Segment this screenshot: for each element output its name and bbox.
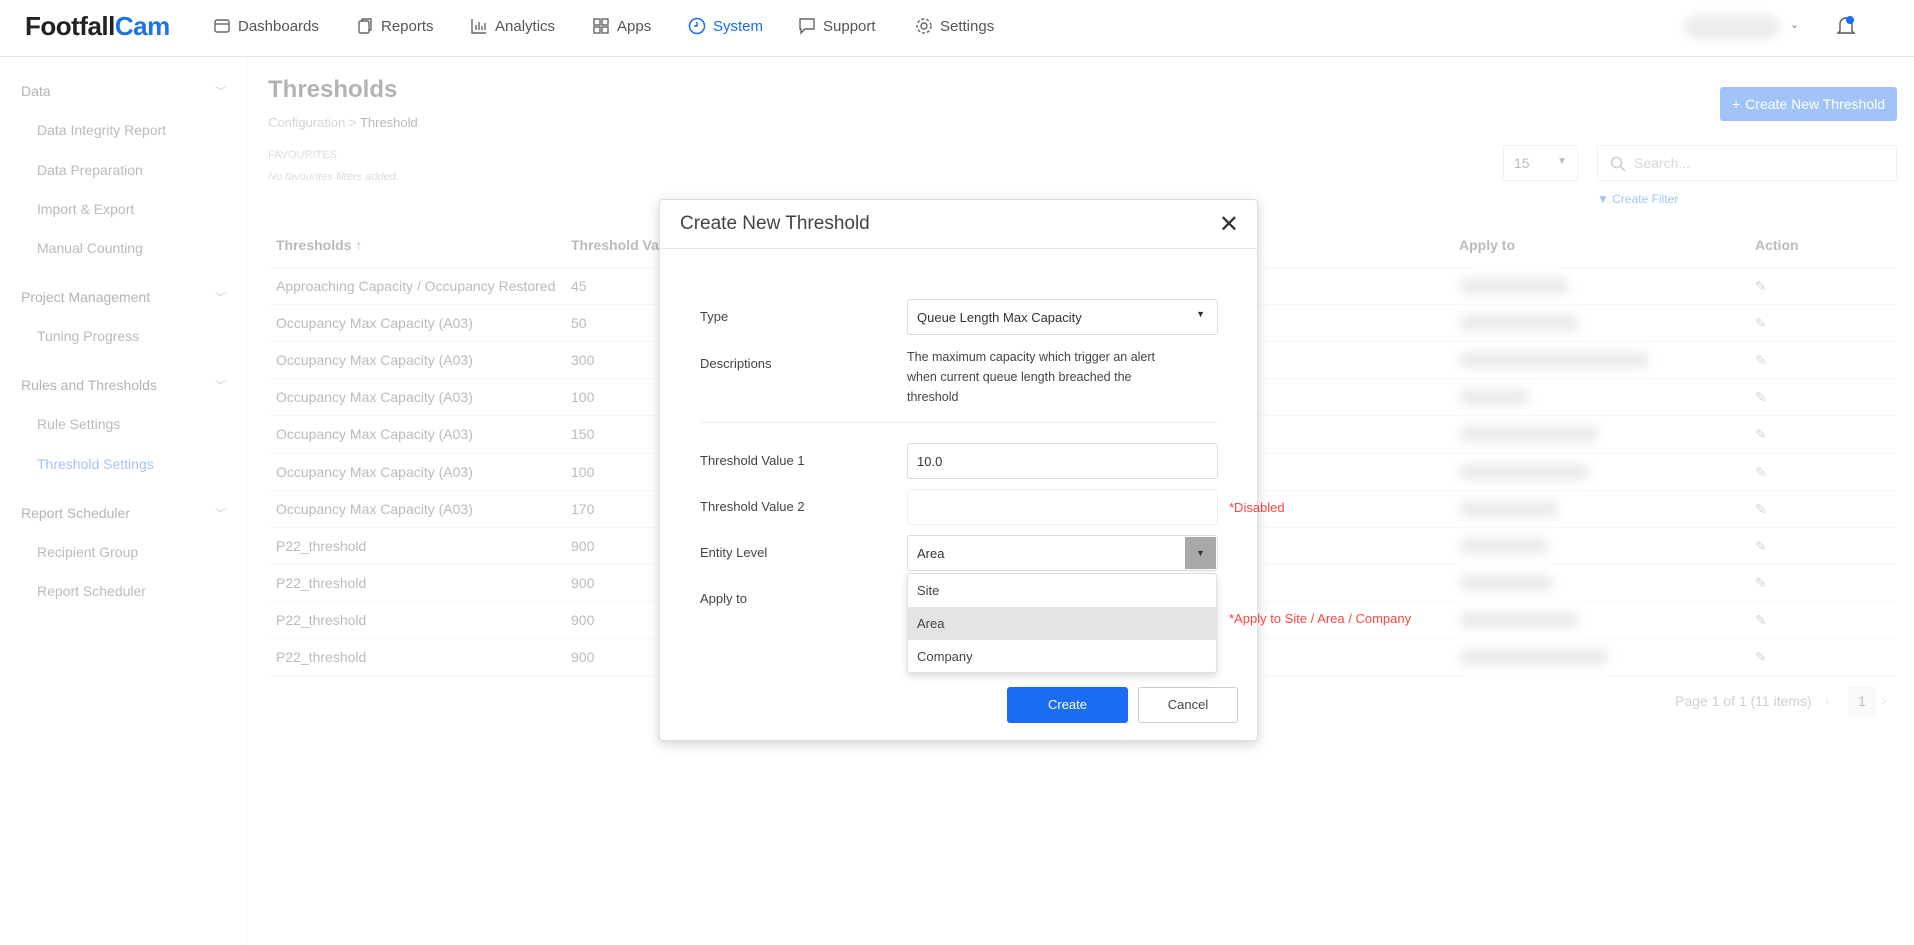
type-select[interactable]: Queue Length Max Capacity ▼ (907, 299, 1218, 335)
dropdown-option-area[interactable]: Area (908, 607, 1216, 640)
edit-pencil-icon[interactable]: ✎ (1755, 426, 1767, 443)
prev-page-icon[interactable]: ‹ (1825, 692, 1830, 708)
caret-down-icon: ▼ (1557, 156, 1567, 167)
edit-pencil-icon[interactable]: ✎ (1755, 575, 1767, 592)
column-header-thresholds[interactable]: Thresholds ↑ (276, 237, 362, 253)
descriptions-label: Descriptions (700, 356, 772, 371)
no-favourites-text: No favourites filters added. (268, 171, 399, 183)
apply-to-redacted (1459, 352, 1649, 369)
breadcrumb-configuration[interactable]: Configuration (268, 115, 345, 130)
edit-pencil-icon[interactable]: ✎ (1755, 464, 1767, 481)
threshold-value-1-input[interactable]: 10.0 (907, 443, 1218, 479)
edit-pencil-icon[interactable]: ✎ (1755, 612, 1767, 629)
apply-to-redacted (1459, 574, 1554, 591)
threshold-name: Occupancy Max Capacity (A03) (276, 463, 473, 480)
apply-to-redacted (1459, 426, 1599, 443)
create-threshold-dialog: Create New Threshold ✕ Type Queue Length… (659, 199, 1411, 741)
threshold-name: P22_threshold (276, 574, 367, 591)
next-page-icon[interactable]: › (1882, 692, 1887, 708)
threshold-value: 900 (571, 537, 595, 554)
threshold-value-2-input[interactable] (907, 489, 1218, 525)
dialog-header: Create New Threshold ✕ (660, 200, 1257, 249)
create-button[interactable]: Create (1007, 687, 1128, 723)
plus-icon: + (1732, 96, 1741, 112)
column-header-apply-to[interactable]: Apply to (1459, 237, 1515, 253)
create-new-threshold-button[interactable]: + Create New Threshold (1720, 87, 1897, 121)
dialog-title: Create New Threshold (680, 213, 870, 234)
apply-to-redacted (1459, 315, 1579, 332)
edit-pencil-icon[interactable]: ✎ (1755, 389, 1767, 406)
column-header-action: Action (1755, 237, 1799, 253)
create-filter-link[interactable]: ▼ Create Filter (1597, 192, 1678, 206)
threshold-value: 900 (571, 611, 595, 628)
apply-to-redacted (1459, 463, 1589, 480)
apply-to-note: *Apply to Site / Area / Company (1229, 611, 1412, 626)
caret-down-icon: ▼ (1196, 309, 1205, 319)
threshold-name: P22_threshold (276, 649, 367, 665)
edit-pencil-icon[interactable]: ✎ (1755, 352, 1767, 369)
threshold-name: P22_threshold (276, 537, 367, 554)
edit-pencil-icon[interactable]: ✎ (1755, 315, 1767, 332)
threshold-value: 300 (571, 352, 595, 369)
threshold-value: 900 (571, 649, 595, 665)
threshold-value-2-label: Threshold Value 2 (700, 499, 805, 514)
type-label: Type (700, 309, 729, 324)
cancel-button[interactable]: Cancel (1138, 687, 1238, 723)
edit-pencil-icon[interactable]: ✎ (1755, 501, 1767, 518)
apply-to-label: Apply to (700, 591, 747, 606)
sort-asc-icon: ↑ (355, 237, 363, 253)
page-title: Thresholds (268, 76, 398, 103)
apply-to-redacted (1459, 611, 1579, 628)
entity-level-label: Entity Level (700, 545, 768, 560)
threshold-value-2-note: *Disabled (1229, 500, 1285, 515)
threshold-value: 100 (571, 463, 595, 480)
entity-level-dropdown: Site Area Company (907, 573, 1217, 673)
filter-icon: ▼ (1597, 192, 1609, 206)
apply-to-redacted (1459, 389, 1529, 406)
threshold-value: 100 (571, 389, 595, 406)
apply-to-redacted (1459, 537, 1549, 554)
caret-down-icon[interactable]: ▼ (1185, 537, 1216, 569)
entity-level-select[interactable]: Area ▼ (907, 535, 1218, 571)
threshold-name: Approaching Capacity / Occupancy Restore… (276, 278, 556, 294)
threshold-name: Occupancy Max Capacity (A03) (276, 426, 473, 443)
apply-to-redacted (1459, 278, 1569, 294)
edit-pencil-icon[interactable]: ✎ (1755, 649, 1767, 666)
dropdown-option-site[interactable]: Site (908, 574, 1216, 607)
edit-pencil-icon[interactable]: ✎ (1755, 278, 1767, 295)
threshold-value: 50 (571, 315, 587, 332)
threshold-value: 170 (571, 500, 595, 517)
apply-to-redacted (1459, 500, 1559, 517)
divider (700, 422, 1218, 423)
close-icon[interactable]: ✕ (1219, 210, 1239, 239)
dropdown-option-company[interactable]: Company (908, 640, 1216, 673)
search-icon (1610, 156, 1626, 172)
threshold-name: Occupancy Max Capacity (A03) (276, 315, 473, 332)
apply-to-redacted (1459, 649, 1609, 665)
search-input[interactable]: Search... (1597, 145, 1897, 181)
favourites-label: FAVOURITES (268, 149, 337, 161)
threshold-value: 150 (571, 426, 595, 443)
pagination-info: Page 1 of 1 (11 items) (1675, 693, 1812, 709)
threshold-value: 45 (571, 278, 587, 294)
threshold-name: Occupancy Max Capacity (A03) (276, 352, 473, 369)
edit-pencil-icon[interactable]: ✎ (1755, 538, 1767, 555)
breadcrumb: Configuration > Threshold (268, 115, 418, 130)
page-number-button[interactable]: 1 (1848, 686, 1876, 716)
threshold-name: Occupancy Max Capacity (A03) (276, 500, 473, 517)
threshold-name: P22_threshold (276, 611, 367, 628)
description-text: The maximum capacity which trigger an al… (907, 350, 1156, 404)
threshold-value: 900 (571, 574, 595, 591)
threshold-value-1-label: Threshold Value 1 (700, 453, 805, 468)
page-size-select[interactable]: 15 ▼ (1503, 145, 1578, 181)
threshold-name: Occupancy Max Capacity (A03) (276, 389, 473, 406)
